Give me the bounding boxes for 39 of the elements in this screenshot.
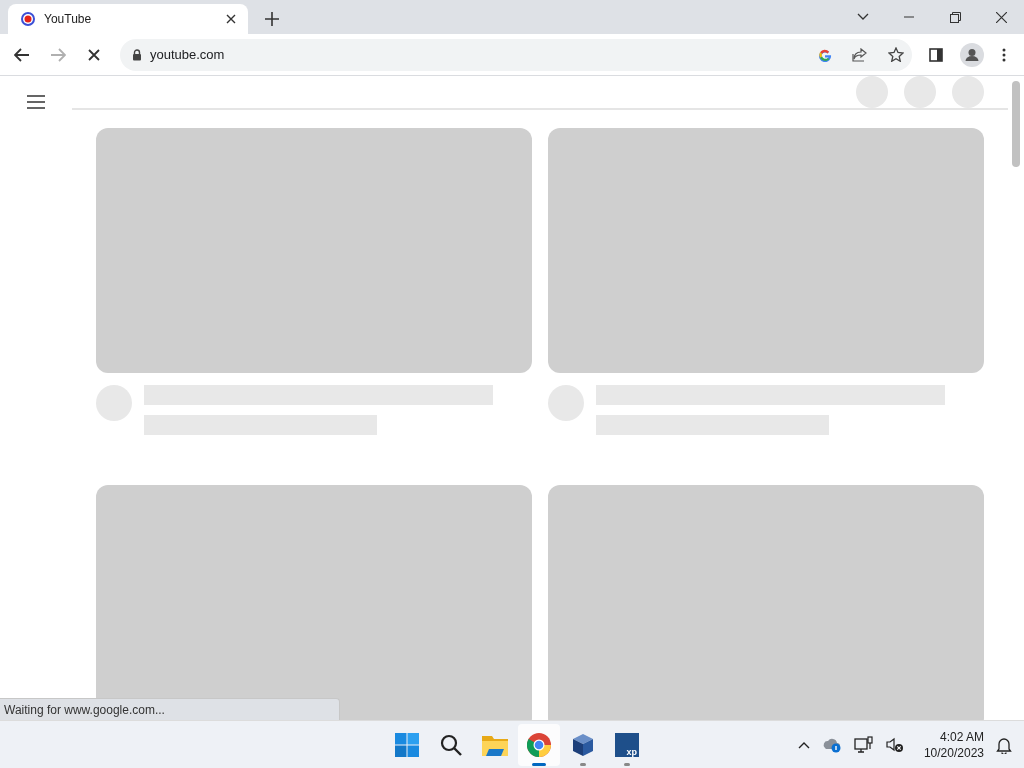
lock-icon[interactable] xyxy=(132,48,142,61)
side-panel-icon[interactable] xyxy=(929,47,943,62)
url-text: youtube.com xyxy=(150,45,226,64)
restore-icon[interactable] xyxy=(949,11,961,23)
running-indicator xyxy=(624,762,630,766)
star-icon[interactable] xyxy=(888,47,904,62)
chevron-up-icon[interactable] xyxy=(797,740,810,749)
clock-time: 4:02 AM xyxy=(939,728,984,745)
clock-date: 10/20/2023 xyxy=(923,744,984,761)
chrome-icon[interactable] xyxy=(527,732,551,757)
address-bar[interactable]: youtube.com xyxy=(120,38,912,71)
share-icon[interactable] xyxy=(852,47,868,62)
stop-icon[interactable] xyxy=(88,48,100,61)
folder-icon[interactable] xyxy=(482,733,508,756)
new-tab-icon[interactable] xyxy=(265,12,279,26)
network-icon[interactable] xyxy=(853,735,874,754)
xp-icon[interactable]: xp xyxy=(615,732,639,757)
running-indicator xyxy=(532,762,546,766)
cloud-icon[interactable] xyxy=(821,736,842,753)
profile-icon[interactable] xyxy=(960,42,984,67)
browser-tab[interactable]: YouTube xyxy=(8,4,248,34)
speaker-muted-icon[interactable] xyxy=(885,736,904,753)
start-icon[interactable] xyxy=(395,732,419,757)
close-icon[interactable] xyxy=(226,14,236,24)
more-icon[interactable] xyxy=(1002,47,1006,62)
menu-icon[interactable] xyxy=(26,94,46,110)
notification-bell-icon[interactable] xyxy=(996,735,1012,754)
running-indicator xyxy=(580,762,586,766)
favicon-icon xyxy=(20,11,36,27)
scrollbar-thumb[interactable] xyxy=(1012,81,1020,167)
back-icon[interactable] xyxy=(14,47,30,62)
cube-icon[interactable] xyxy=(572,732,594,757)
google-icon[interactable] xyxy=(818,47,832,62)
status-bubble: Waiting for www.google.com... xyxy=(0,698,340,720)
chevron-down-icon[interactable] xyxy=(857,13,869,21)
taskbar-button[interactable]: xp xyxy=(606,723,648,766)
tab-title: YouTube xyxy=(44,11,93,28)
search-icon[interactable] xyxy=(440,733,462,756)
close-icon[interactable] xyxy=(995,11,1007,23)
